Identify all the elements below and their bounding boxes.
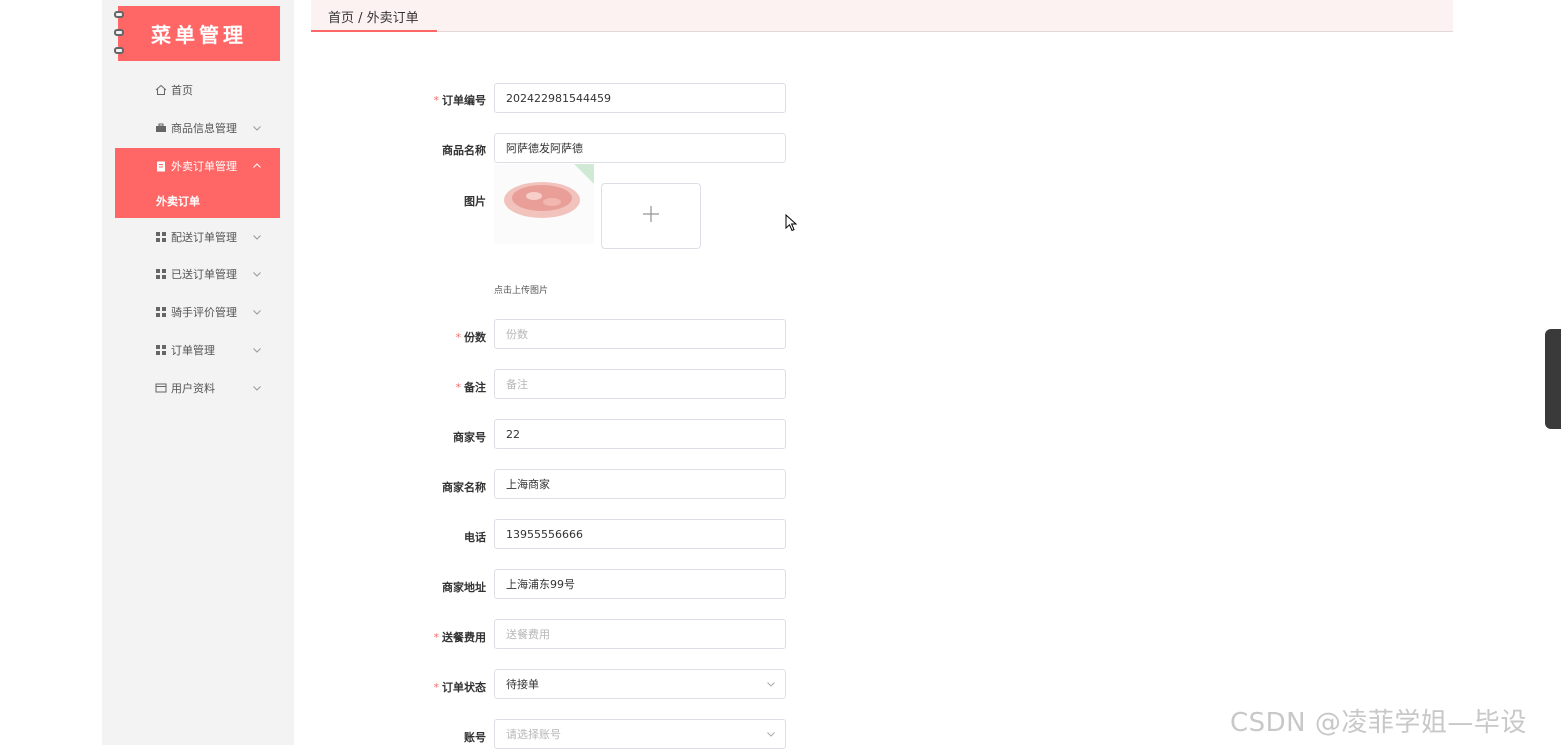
grid-icon (155, 344, 167, 356)
upload-hint: 点击上传图片 (494, 286, 549, 296)
chevron-up-icon (252, 161, 262, 171)
home-icon (155, 84, 167, 96)
sidebar-item-label: 商品信息管理 (171, 122, 237, 135)
sidebar-item-orders[interactable]: 订单管理 (115, 332, 280, 368)
account-label: 账号 (464, 731, 486, 744)
image-label: 图片 (464, 195, 486, 208)
sidebar-item-label: 已送订单管理 (171, 268, 237, 281)
remark-label: * 备注 (455, 381, 487, 394)
breadcrumb[interactable]: 首页 / 外卖订单 (328, 7, 419, 26)
sidebar-item-label: 订单管理 (171, 344, 215, 357)
sidebar-item-user-profile[interactable]: 用户资料 (115, 370, 280, 406)
side-drawer-handle[interactable] (1545, 329, 1561, 429)
watermark: CSDN @凌菲学姐—毕设 (1230, 708, 1527, 738)
clipboard-icon (155, 160, 167, 172)
product-image-thumbnail[interactable] (494, 164, 594, 244)
sidebar-item-delivery-orders[interactable]: 配送订单管理 (115, 219, 280, 255)
top-bar (311, 0, 1453, 32)
sidebar-item-label: 骑手评价管理 (171, 306, 237, 319)
merchant-no-input[interactable]: 22 (494, 419, 786, 449)
sidebar-item-label: 配送订单管理 (171, 231, 237, 244)
sidebar-item-label: 外卖订单管理 (171, 160, 237, 173)
chevron-down-icon (252, 123, 262, 133)
order-no-input[interactable]: 202422981544459 (494, 83, 786, 113)
image-upload-button[interactable] (601, 183, 701, 249)
chevron-down-icon (766, 729, 776, 739)
chevron-down-icon (252, 232, 262, 242)
chevron-down-icon (252, 269, 262, 279)
merchant-name-label: 商家名称 (442, 481, 486, 494)
chevron-down-icon (766, 679, 776, 689)
sidebar-item-label: 首页 (171, 84, 193, 97)
plus-icon (642, 205, 660, 227)
merchant-no-label: 商家号 (453, 431, 486, 444)
merchant-address-label: 商家地址 (442, 581, 486, 594)
grid-icon (155, 268, 167, 280)
merchant-address-input[interactable]: 上海浦东99号 (494, 569, 786, 599)
sidebar-item-takeout-orders[interactable]: 外卖订单管理 (115, 148, 280, 184)
sidebar-item-rider-reviews[interactable]: 骑手评价管理 (115, 294, 280, 330)
sidebar-item-delivered-orders[interactable]: 已送订单管理 (115, 256, 280, 292)
merchant-name-input[interactable]: 上海商家 (494, 469, 786, 499)
order-no-label: * 订单编号 (433, 94, 487, 107)
submenu-item-takeout-order[interactable]: 外卖订单 (115, 184, 280, 218)
product-name-input[interactable]: 阿萨德发阿萨德 (494, 133, 786, 163)
chevron-down-icon (252, 383, 262, 393)
briefcase-icon (155, 122, 167, 134)
breadcrumb-active-underline (311, 30, 437, 32)
grid-icon (155, 231, 167, 243)
app-logo: 菜单管理 (118, 6, 280, 61)
chevron-down-icon (252, 307, 262, 317)
remark-input[interactable]: 备注 (494, 369, 786, 399)
quantity-input[interactable]: 份数 (494, 319, 786, 349)
card-icon (155, 382, 167, 394)
phone-label: 电话 (464, 531, 486, 544)
delivery-fee-input[interactable]: 送餐费用 (494, 619, 786, 649)
delivery-fee-label: * 送餐费用 (433, 631, 487, 644)
submenu-item-label: 外卖订单 (156, 195, 200, 208)
sidebar-item-label: 用户资料 (171, 382, 215, 395)
product-name-label: 商品名称 (442, 144, 486, 157)
order-status-label: * 订单状态 (433, 681, 487, 694)
phone-input[interactable]: 13955556666 (494, 519, 786, 549)
quantity-label: * 份数 (455, 331, 487, 344)
order-status-select[interactable]: 待接单 (494, 669, 786, 699)
sidebar-item-product-info[interactable]: 商品信息管理 (115, 110, 280, 146)
grid-icon (155, 306, 167, 318)
chevron-down-icon (252, 345, 262, 355)
binder-rings-decoration (114, 8, 124, 58)
sidebar-item-home[interactable]: 首页 (115, 72, 280, 108)
mouse-cursor-icon (785, 213, 798, 232)
